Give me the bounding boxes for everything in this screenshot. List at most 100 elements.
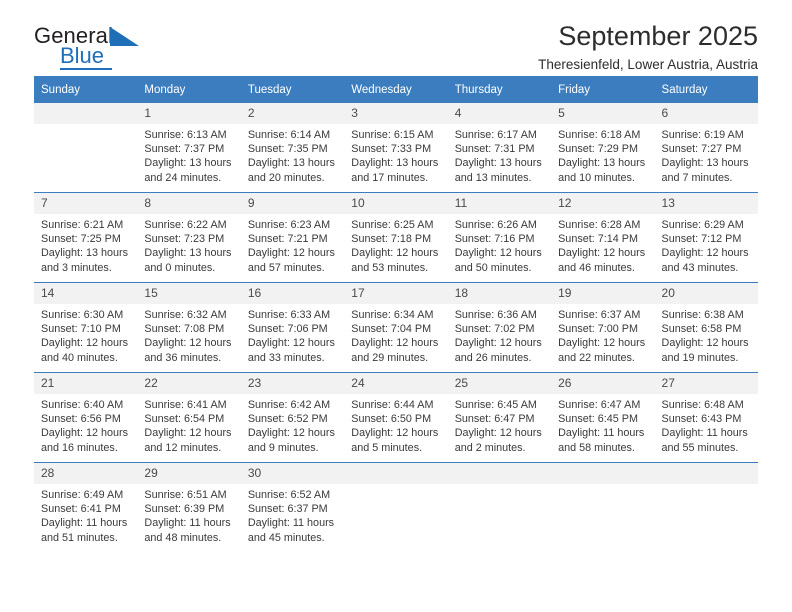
day-cell[interactable]: 1 Sunrise: 6:13 AM Sunset: 7:37 PM Dayli… (137, 103, 241, 193)
daylight-text-line1: Daylight: 11 hours (41, 517, 128, 530)
day-cell[interactable]: 2 Sunrise: 6:14 AM Sunset: 7:35 PM Dayli… (240, 103, 345, 193)
day-details: Sunrise: 6:49 AM Sunset: 6:41 PM Dayligh… (34, 484, 137, 545)
daylight-text-line2: and 5 minutes. (351, 441, 423, 454)
day-cell[interactable]: 24 Sunrise: 6:44 AM Sunset: 6:50 PM Dayl… (344, 372, 448, 463)
page-title: September 2025 (558, 21, 758, 51)
day-number (551, 463, 655, 484)
day-number: 23 (240, 373, 345, 394)
page-header: General Blue September 2025 Theresienfel… (34, 0, 758, 72)
weekday-header-saturday: Saturday (654, 76, 758, 103)
day-details: Sunrise: 6:26 AM Sunset: 7:16 PM Dayligh… (448, 214, 551, 275)
daylight-text-line1: Daylight: 13 hours (144, 247, 232, 260)
day-cell[interactable]: 12 Sunrise: 6:28 AM Sunset: 7:14 PM Dayl… (551, 192, 655, 283)
day-cell[interactable]: 7 Sunrise: 6:21 AM Sunset: 7:25 PM Dayli… (34, 192, 138, 283)
weekday-header-sunday: Sunday (34, 76, 138, 103)
day-details: Sunrise: 6:32 AM Sunset: 7:08 PM Dayligh… (137, 304, 240, 365)
sunrise-text: Sunrise: 6:21 AM (41, 219, 124, 231)
daylight-text-line2: and 48 minutes. (144, 531, 222, 544)
day-cell[interactable]: 18 Sunrise: 6:36 AM Sunset: 7:02 PM Dayl… (447, 282, 552, 373)
day-cell[interactable]: 14 Sunrise: 6:30 AM Sunset: 7:10 PM Dayl… (34, 282, 138, 373)
day-cell[interactable]: 16 Sunrise: 6:33 AM Sunset: 7:06 PM Dayl… (240, 282, 345, 373)
title-block: September 2025 Theresienfeld, Lower Aust… (538, 20, 758, 75)
day-cell[interactable]: 15 Sunrise: 6:32 AM Sunset: 7:08 PM Dayl… (137, 282, 241, 373)
calendar-week-row: 1 Sunrise: 6:13 AM Sunset: 7:37 PM Dayli… (34, 103, 758, 193)
day-number: 20 (654, 283, 758, 304)
day-cell[interactable]: 22 Sunrise: 6:41 AM Sunset: 6:54 PM Dayl… (137, 372, 241, 463)
day-cell[interactable]: 9 Sunrise: 6:23 AM Sunset: 7:21 PM Dayli… (240, 192, 345, 283)
day-cell[interactable]: 11 Sunrise: 6:26 AM Sunset: 7:16 PM Dayl… (447, 192, 552, 283)
sunrise-text: Sunrise: 6:32 AM (144, 309, 227, 321)
day-cell[interactable]: 27 Sunrise: 6:48 AM Sunset: 6:43 PM Dayl… (654, 372, 758, 463)
daylight-text-line2: and 10 minutes. (558, 171, 635, 184)
sunrise-text: Sunrise: 6:26 AM (454, 219, 537, 231)
day-cell[interactable]: 10 Sunrise: 6:25 AM Sunset: 7:18 PM Dayl… (344, 192, 448, 283)
logo-underline (60, 68, 112, 70)
logo-text-blue: Blue (60, 43, 105, 68)
daylight-text-line2: and 0 minutes. (144, 261, 216, 274)
day-details: Sunrise: 6:17 AM Sunset: 7:31 PM Dayligh… (448, 124, 551, 185)
daylight-text-line1: Daylight: 12 hours (247, 427, 335, 440)
day-details: Sunrise: 6:47 AM Sunset: 6:45 PM Dayligh… (551, 394, 654, 455)
calendar-page: General Blue September 2025 Theresienfel… (0, 0, 792, 612)
day-number (344, 463, 448, 484)
day-cell[interactable]: 19 Sunrise: 6:37 AM Sunset: 7:00 PM Dayl… (551, 282, 655, 373)
sunset-text: Sunset: 7:10 PM (41, 323, 121, 336)
day-number: 26 (551, 373, 655, 394)
day-cell[interactable]: 28 Sunrise: 6:49 AM Sunset: 6:41 PM Dayl… (34, 462, 138, 552)
sunset-text: Sunset: 7:06 PM (247, 323, 328, 336)
daylight-text-line1: Daylight: 13 hours (454, 157, 542, 170)
day-cell[interactable]: 5 Sunrise: 6:18 AM Sunset: 7:29 PM Dayli… (551, 103, 655, 193)
daylight-text-line2: and 46 minutes. (558, 261, 635, 274)
daylight-text-line1: Daylight: 12 hours (247, 337, 335, 350)
general-blue-logo[interactable]: General Blue (34, 24, 164, 70)
day-cell[interactable] (447, 462, 552, 552)
day-cell[interactable]: 30 Sunrise: 6:52 AM Sunset: 6:37 PM Dayl… (240, 462, 345, 552)
day-details: Sunrise: 6:21 AM Sunset: 7:25 PM Dayligh… (34, 214, 137, 275)
day-number: 5 (551, 103, 655, 124)
daylight-text-line1: Daylight: 12 hours (247, 247, 335, 260)
day-cell[interactable]: 20 Sunrise: 6:38 AM Sunset: 6:58 PM Dayl… (654, 282, 758, 373)
daylight-text-line2: and 9 minutes. (247, 441, 319, 454)
day-cell[interactable]: 13 Sunrise: 6:29 AM Sunset: 7:12 PM Dayl… (654, 192, 758, 283)
calendar-week-row: 7 Sunrise: 6:21 AM Sunset: 7:25 PM Dayli… (34, 192, 758, 283)
day-number: 1 (137, 103, 241, 124)
sunrise-text: Sunrise: 6:51 AM (144, 489, 227, 501)
day-number: 11 (447, 193, 552, 214)
sunrise-text: Sunrise: 6:40 AM (41, 399, 124, 411)
day-details: Sunrise: 6:15 AM Sunset: 7:33 PM Dayligh… (344, 124, 447, 185)
daylight-text-line1: Daylight: 12 hours (351, 427, 439, 440)
day-cell[interactable] (344, 462, 448, 552)
daylight-text-line2: and 57 minutes. (247, 261, 325, 274)
sunrise-text: Sunrise: 6:22 AM (144, 219, 227, 231)
day-cell[interactable]: 6 Sunrise: 6:19 AM Sunset: 7:27 PM Dayli… (654, 103, 758, 193)
day-cell[interactable]: 29 Sunrise: 6:51 AM Sunset: 6:39 PM Dayl… (137, 462, 241, 552)
day-cell[interactable]: 4 Sunrise: 6:17 AM Sunset: 7:31 PM Dayli… (447, 103, 552, 193)
day-cell[interactable]: 17 Sunrise: 6:34 AM Sunset: 7:04 PM Dayl… (344, 282, 448, 373)
day-cell[interactable]: 26 Sunrise: 6:47 AM Sunset: 6:45 PM Dayl… (551, 372, 655, 463)
triangle-icon (110, 27, 139, 46)
day-cell[interactable] (654, 462, 758, 552)
day-cell[interactable]: 8 Sunrise: 6:22 AM Sunset: 7:23 PM Dayli… (137, 192, 241, 283)
day-cell[interactable] (551, 462, 655, 552)
sunset-text: Sunset: 7:29 PM (558, 143, 638, 156)
day-cell[interactable]: 3 Sunrise: 6:15 AM Sunset: 7:33 PM Dayli… (344, 103, 448, 193)
day-cell[interactable]: 25 Sunrise: 6:45 AM Sunset: 6:47 PM Dayl… (447, 372, 552, 463)
sunset-text: Sunset: 6:43 PM (661, 413, 742, 426)
daylight-text-line2: and 40 minutes. (41, 351, 118, 364)
daylight-text-line2: and 7 minutes. (661, 171, 733, 184)
sunset-text: Sunset: 6:41 PM (41, 503, 121, 516)
daylight-text-line2: and 12 minutes. (144, 441, 222, 454)
day-cell[interactable] (34, 103, 138, 193)
calendar-body: 1 Sunrise: 6:13 AM Sunset: 7:37 PM Dayli… (34, 103, 758, 552)
sunset-text: Sunset: 6:58 PM (661, 323, 742, 336)
daylight-text-line1: Daylight: 11 hours (558, 427, 645, 440)
day-details: Sunrise: 6:23 AM Sunset: 7:21 PM Dayligh… (241, 214, 344, 275)
sunrise-text: Sunrise: 6:45 AM (454, 399, 537, 411)
day-details: Sunrise: 6:44 AM Sunset: 6:50 PM Dayligh… (344, 394, 447, 455)
sunrise-text: Sunrise: 6:49 AM (41, 489, 124, 501)
day-details: Sunrise: 6:33 AM Sunset: 7:06 PM Dayligh… (241, 304, 344, 365)
day-cell[interactable]: 21 Sunrise: 6:40 AM Sunset: 6:56 PM Dayl… (34, 372, 138, 463)
sunset-text: Sunset: 7:35 PM (247, 143, 328, 156)
day-cell[interactable]: 23 Sunrise: 6:42 AM Sunset: 6:52 PM Dayl… (240, 372, 345, 463)
daylight-text-line2: and 58 minutes. (558, 441, 635, 454)
